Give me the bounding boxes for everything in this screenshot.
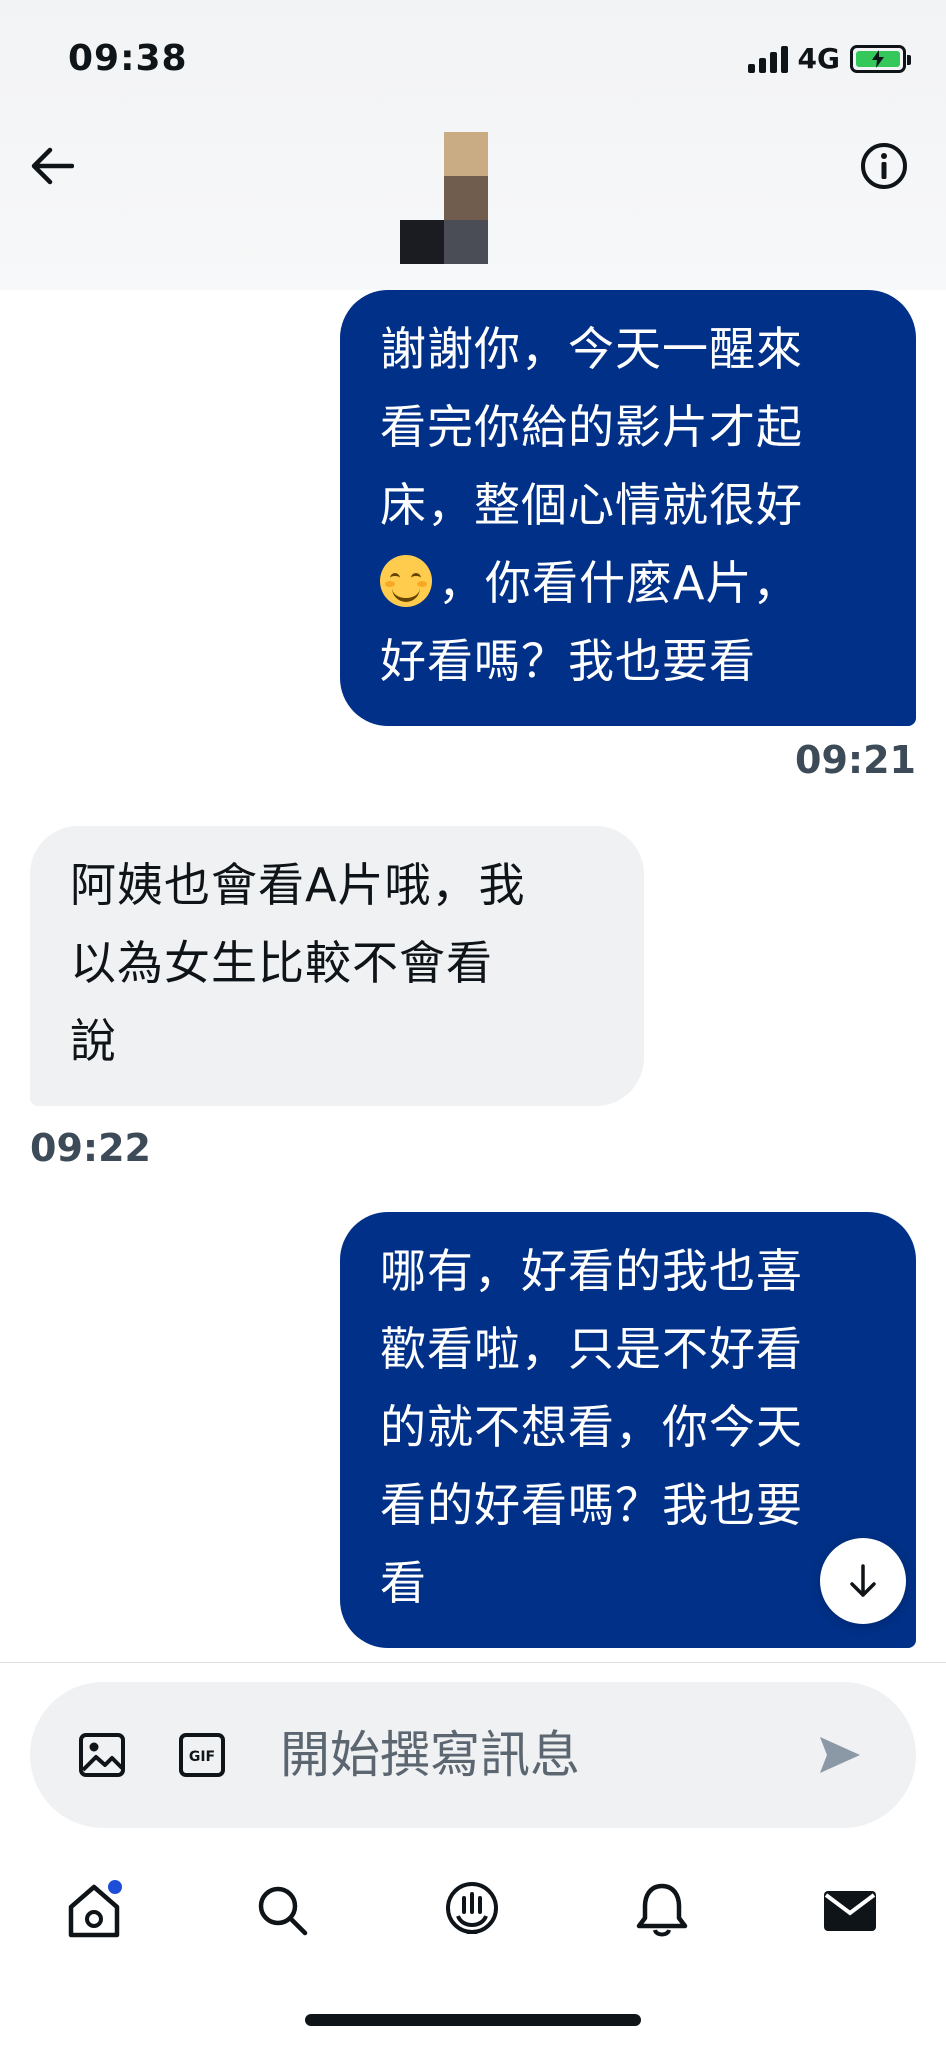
nav-notifications[interactable] <box>630 1878 694 1942</box>
avatar[interactable] <box>398 130 490 266</box>
signal-icon <box>747 45 788 73</box>
add-gif-button[interactable]: GIF <box>176 1729 228 1781</box>
scroll-to-bottom-button[interactable] <box>820 1538 906 1624</box>
send-button[interactable] <box>814 1729 866 1781</box>
gif-icon: GIF <box>179 1733 225 1777</box>
message-bubble-outgoing[interactable]: 謝謝你，今天一醒來 看完你給的影片才起 床，整個心情就很好 ，你看什麼A片， 好… <box>340 290 916 726</box>
message-composer: GIF <box>30 1682 916 1828</box>
search-icon <box>258 1886 308 1936</box>
message-line: ，你看什麼A片， <box>438 556 800 610</box>
back-button[interactable] <box>26 140 78 192</box>
message-line: 哪有，好看的我也喜 <box>380 1244 803 1298</box>
message-line: 歡看啦，只是不好看 <box>380 1322 803 1376</box>
info-button[interactable] <box>858 140 910 192</box>
message-line: 床，整個心情就很好 <box>380 478 803 532</box>
nav-home[interactable] <box>62 1878 126 1942</box>
message-line: 好看嗎？我也要看 <box>380 634 756 688</box>
info-icon <box>861 143 907 189</box>
nav-messages[interactable] <box>818 1878 882 1942</box>
status-indicators: 4G <box>747 42 911 75</box>
arrow-down-icon <box>850 1564 876 1597</box>
message-line: 看完你給的影片才起 <box>380 400 803 454</box>
home-indicator <box>305 2014 641 2026</box>
send-icon <box>820 1737 860 1773</box>
status-time: 09:38 <box>68 38 188 79</box>
bottom-navigation <box>0 1860 946 1956</box>
message-timestamp: 09:21 <box>795 738 916 782</box>
message-input[interactable] <box>280 1718 800 1792</box>
network-label: 4G <box>797 42 840 75</box>
message-line: 看的好看嗎？我也要 <box>380 1478 803 1532</box>
smiling-face-emoji-icon <box>380 555 432 607</box>
composer-divider <box>0 1662 946 1663</box>
add-image-button[interactable] <box>76 1729 128 1781</box>
message-line: 說 <box>70 1014 117 1068</box>
nav-spaces[interactable] <box>440 1878 504 1942</box>
mail-icon <box>824 1891 876 1931</box>
battery-icon <box>850 44 911 73</box>
message-line: 的就不想看，你今天 <box>380 1400 803 1454</box>
image-icon <box>79 1733 125 1777</box>
back-arrow-icon <box>31 147 74 185</box>
message-line: 謝謝你，今天一醒來 <box>380 322 803 376</box>
message-line: 阿姨也會看A片哦，我 <box>70 858 526 912</box>
bell-icon <box>636 1883 688 1937</box>
message-line: 看 <box>380 1556 427 1610</box>
message-bubble-incoming[interactable]: 阿姨也會看A片哦，我 以為女生比較不會看 說 <box>30 826 644 1106</box>
svg-text:GIF: GIF <box>189 1749 215 1765</box>
spaces-icon <box>446 1882 498 1934</box>
message-line: 以為女生比較不會看 <box>70 936 493 990</box>
status-bar: 09:38 4G <box>0 0 946 120</box>
message-timestamp: 09:22 <box>30 1126 151 1170</box>
home-icon <box>68 1880 122 1938</box>
nav-search[interactable] <box>250 1878 314 1942</box>
